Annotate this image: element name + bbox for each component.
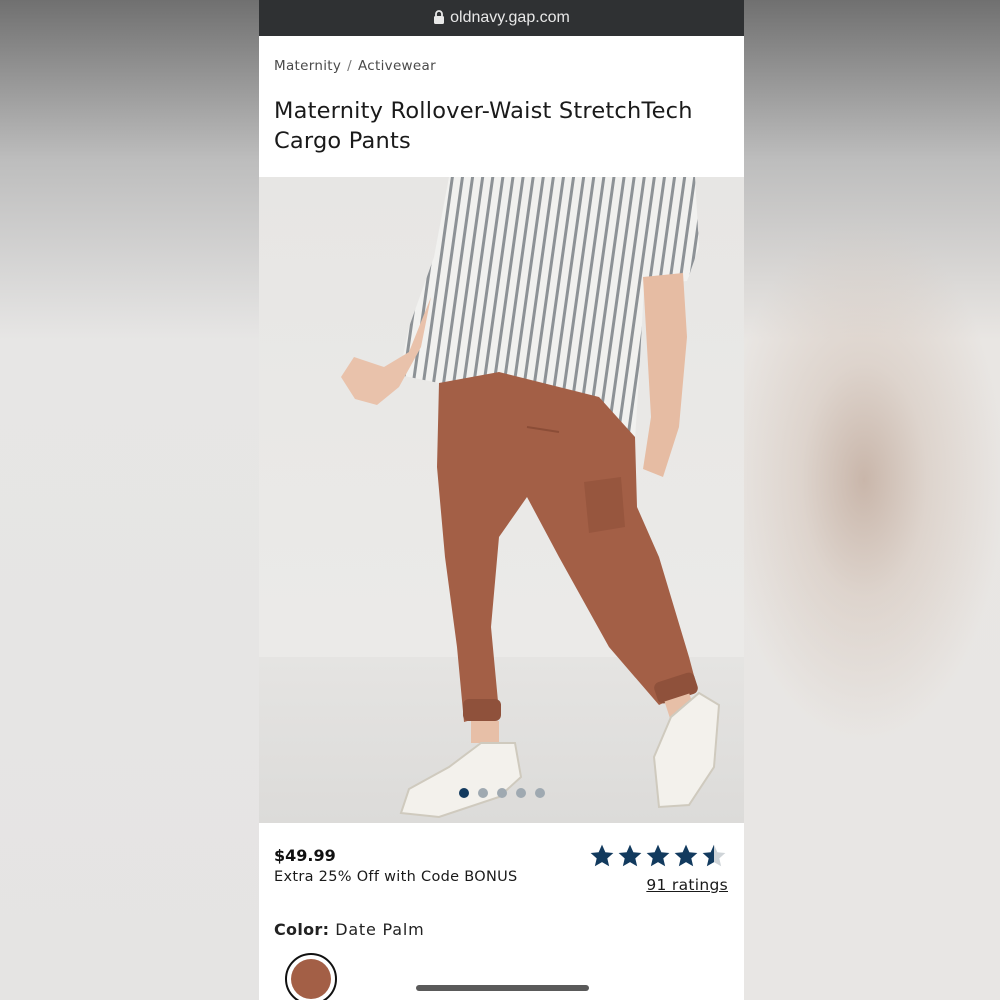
product-image[interactable]	[259, 177, 744, 823]
carousel-dot-5[interactable]	[534, 788, 545, 798]
carousel-dots	[259, 788, 744, 800]
star-icon	[590, 844, 614, 867]
carousel-dot-1[interactable]	[458, 788, 469, 798]
carousel-dot-2[interactable]	[477, 788, 488, 798]
carousel-dot-3[interactable]	[496, 788, 507, 798]
product-price: $49.99	[274, 846, 336, 865]
color-selection: Color: Date Palm	[274, 920, 425, 939]
promo-text: Extra 25% Off with Code BONUS	[274, 869, 518, 885]
color-swatch-date-palm[interactable]	[285, 953, 337, 1000]
star-half-icon	[702, 844, 726, 867]
star-icon	[674, 844, 698, 867]
breadcrumb: Maternity / Activewear	[274, 58, 436, 74]
star-icon	[618, 844, 642, 867]
background-left	[0, 0, 259, 1000]
phone-screen: oldnavy.gap.com Maternity / Activewear Mat…	[259, 0, 744, 1000]
breadcrumb-link-maternity[interactable]: Maternity	[274, 58, 341, 74]
background-right	[744, 0, 1000, 1000]
color-value: Date Palm	[335, 920, 425, 939]
product-photo	[259, 177, 744, 823]
carousel-dot-4[interactable]	[515, 788, 526, 798]
lock-icon	[434, 10, 445, 24]
star-rating[interactable]	[588, 843, 728, 869]
breadcrumb-separator: /	[347, 58, 352, 74]
url-text: oldnavy.gap.com	[450, 9, 570, 26]
swatch-fill	[291, 959, 331, 999]
star-icon	[646, 844, 670, 867]
address-bar[interactable]: oldnavy.gap.com	[259, 0, 744, 36]
breadcrumb-link-activewear[interactable]: Activewear	[358, 58, 436, 74]
color-label: Color:	[274, 920, 330, 939]
ratings-link[interactable]: 91 ratings	[646, 876, 728, 894]
product-title: Maternity Rollover-Waist StretchTech Car…	[274, 98, 693, 154]
home-indicator[interactable]	[416, 985, 589, 991]
